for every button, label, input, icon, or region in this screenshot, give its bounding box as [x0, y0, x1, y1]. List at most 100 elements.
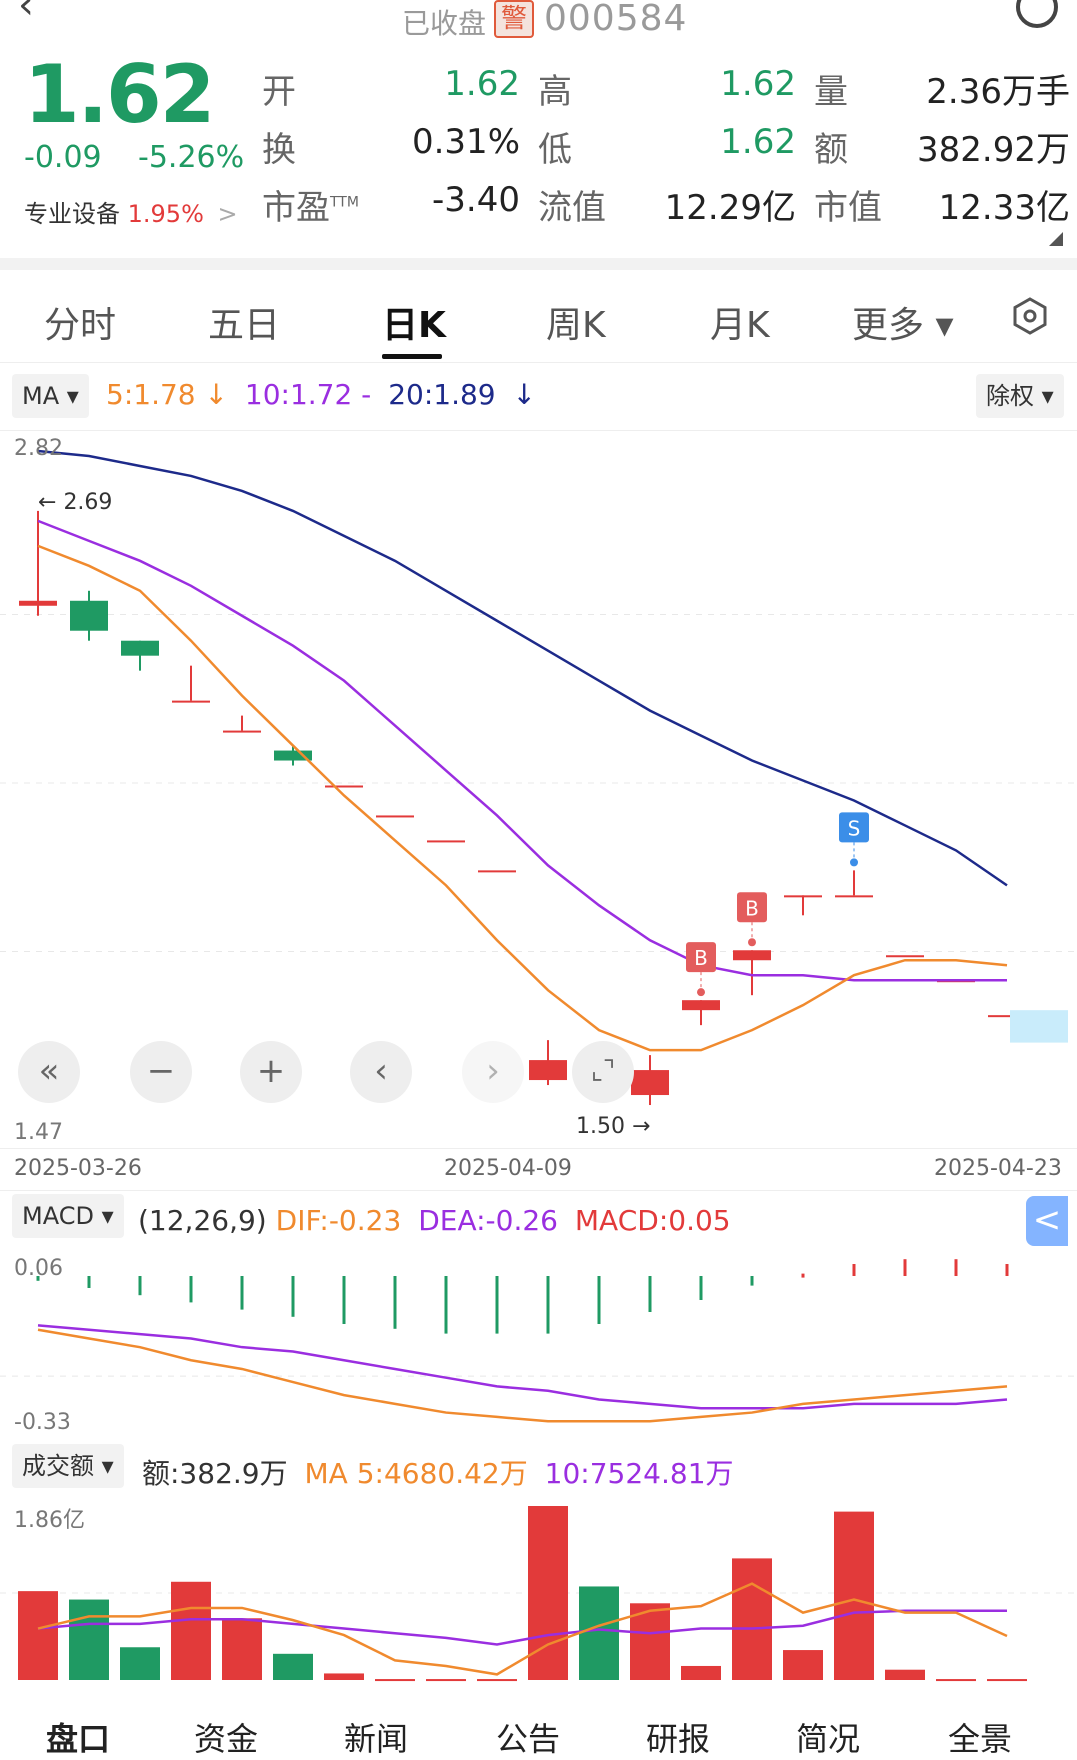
tab-more[interactable]: 更多 ▾ [852, 296, 954, 348]
market-status: 已收盘 [402, 7, 487, 40]
low-value: 1.62 [720, 122, 796, 162]
macd-axis-bottom: -0.33 [14, 1410, 71, 1435]
amount-bar [222, 1618, 262, 1680]
bottom-tab-funds[interactable]: 资金 [194, 1714, 258, 1760]
expand-corner-icon[interactable] [1049, 232, 1063, 246]
candle-body [529, 1060, 567, 1081]
ma20-value: 20:1.89 [388, 378, 496, 411]
tab-daily-k[interactable]: 日K [382, 296, 446, 348]
candle-body [682, 1000, 720, 1011]
bottom-tab-news[interactable]: 新闻 [344, 1714, 408, 1760]
amount-bar [18, 1591, 58, 1680]
pe-label: 市盈TTM [262, 180, 359, 229]
current-price: 1.62 [24, 48, 215, 141]
zoom-in-button[interactable]: + [240, 1041, 302, 1103]
candle-body [70, 600, 108, 631]
fullscreen-icon[interactable]: ⌞⌝ [572, 1041, 634, 1103]
candle-body [631, 1070, 669, 1096]
amount-values: 额:382.9万 MA 5:4680.42万 10:7524.81万 [142, 1452, 734, 1492]
active-tab-indicator [382, 354, 442, 359]
bottom-tab-overview[interactable]: 全景 [948, 1714, 1012, 1760]
amount-chart[interactable] [0, 1496, 1077, 1686]
hexagon-settings-icon[interactable] [1010, 296, 1050, 336]
next-button[interactable]: › [462, 1041, 524, 1103]
amount-bar [579, 1586, 619, 1680]
high-annotation: ← 2.69 [38, 490, 113, 515]
warning-badge[interactable]: 警 [494, 0, 534, 38]
pe-value: -3.40 [432, 180, 520, 220]
turnover-value: 0.31% [411, 122, 520, 162]
date-axis-line [0, 1148, 1077, 1149]
macd-dif-line [37, 1328, 1008, 1423]
amount-ma5: MA 5:4680.42万 [304, 1457, 528, 1490]
tab-intraday[interactable]: 分时 [44, 296, 116, 348]
float-cap-value: 12.29亿 [664, 188, 796, 228]
volume-label: 量 [814, 72, 848, 112]
stock-code: 000584 [544, 0, 688, 39]
amount-bar [324, 1673, 364, 1680]
back-chevron-icon[interactable]: ‹ [18, 0, 34, 28]
macd-dea: DEA:-0.26 [418, 1204, 558, 1237]
date-mid: 2025-04-09 [444, 1156, 572, 1181]
low-annotation: 1.50 → [576, 1114, 651, 1139]
amount-current: 额:382.9万 [142, 1457, 288, 1490]
float-cap-label: 流值 [538, 188, 606, 228]
bottom-tab-profile[interactable]: 简况 [796, 1714, 860, 1760]
amount-selector[interactable]: 成交额 ▾ [12, 1444, 124, 1488]
signal-dot [697, 988, 705, 997]
signal-label: B [694, 946, 708, 970]
bottom-tab-announcements[interactable]: 公告 [496, 1714, 560, 1760]
zoom-out-button[interactable]: − [130, 1041, 192, 1103]
macd-border [0, 1190, 1077, 1191]
macd-dif: DIF:-0.23 [275, 1204, 402, 1237]
amount-bar [987, 1679, 1027, 1682]
tab-five-day[interactable]: 五日 [208, 296, 280, 348]
ma-selector[interactable]: MA ▾ [12, 374, 89, 418]
bottom-tab-research[interactable]: 研报 [646, 1714, 710, 1760]
signal-dot [748, 938, 756, 947]
candle-body [733, 950, 771, 961]
date-end: 2025-04-23 [934, 1156, 1062, 1181]
ma5-arrow: ↓ [204, 378, 228, 411]
macd-selector[interactable]: MACD ▾ [12, 1194, 124, 1238]
divider [0, 258, 1077, 270]
ma-values: 5:1.78 ↓ 10:1.72 - 20:1.89 ↓ [106, 378, 536, 411]
candle-body [784, 895, 822, 898]
price-change: -0.09 [24, 140, 102, 175]
macd-params: (12,26,9) [138, 1204, 267, 1237]
amount-bar [936, 1679, 976, 1682]
high-annotation-value: 2.69 [63, 490, 113, 515]
ma20-arrow: ↓ [512, 378, 536, 411]
amount-bar [477, 1679, 517, 1682]
macd-chart[interactable] [0, 1250, 1077, 1440]
sector-link[interactable]: 专业设备 1.95% > [24, 194, 238, 229]
market-cap-value: 12.33亿 [938, 188, 1070, 228]
tab-monthly-k[interactable]: 月K [710, 296, 770, 348]
adjust-selector[interactable]: 除权 ▾ [976, 374, 1064, 418]
amount-value: 382.92万 [917, 130, 1070, 170]
amount-bar [273, 1653, 313, 1680]
prev-button[interactable]: ‹ [350, 1041, 412, 1103]
high-value: 1.62 [720, 64, 796, 104]
high-label: 高 [538, 72, 572, 112]
macd-dea-line [37, 1324, 1008, 1410]
amount-ma10: 10:7524.81万 [544, 1457, 734, 1490]
side-panel-toggle-icon[interactable]: < [1026, 1196, 1068, 1246]
first-page-button[interactable]: « [18, 1041, 80, 1103]
macd-values: (12,26,9) DIF:-0.23 DEA:-0.26 MACD:0.05 [138, 1204, 731, 1237]
open-label: 开 [262, 72, 296, 112]
search-icon[interactable] [1016, 0, 1058, 28]
candle-body [886, 955, 924, 958]
price-change-pct: -5.26% [138, 140, 245, 175]
macd-value: MACD:0.05 [574, 1204, 731, 1237]
candle-body [223, 730, 261, 733]
low-annotation-value: 1.50 [576, 1114, 625, 1139]
bottom-tab-orderbook[interactable]: 盘口 [46, 1714, 110, 1760]
amount-bar [732, 1558, 772, 1680]
tab-weekly-k[interactable]: 周K [546, 296, 606, 348]
macd-axis-top: 0.06 [14, 1256, 63, 1281]
amount-bar [375, 1679, 415, 1682]
signal-dot [850, 858, 858, 867]
candle-body [325, 785, 363, 788]
amount-axis-top: 1.86亿 [14, 1508, 85, 1533]
